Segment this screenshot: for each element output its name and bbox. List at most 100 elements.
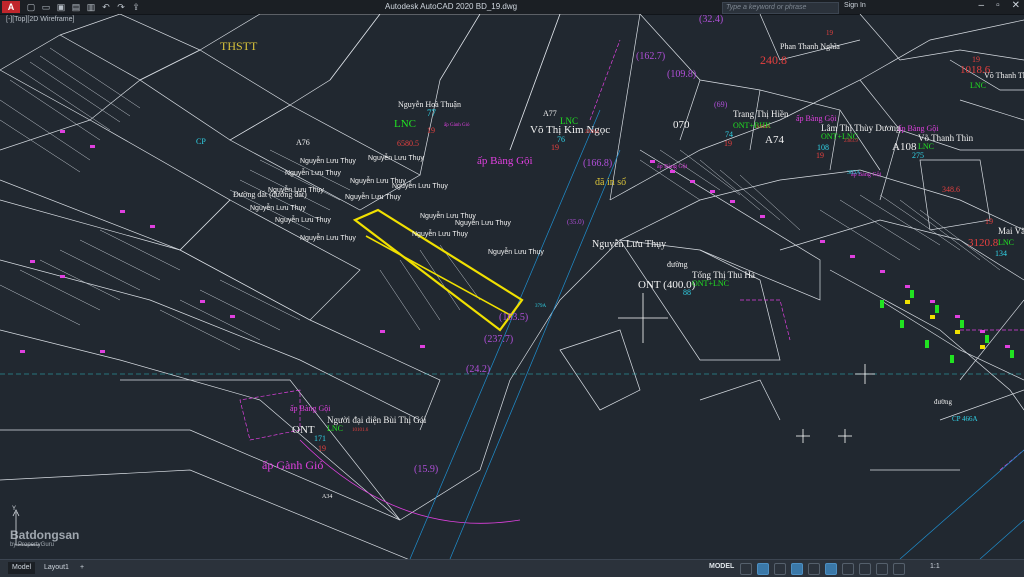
parcel-label: (237.7) bbox=[484, 334, 513, 345]
snap-toggle-icon[interactable] bbox=[757, 563, 769, 575]
parcel-label: 275 bbox=[912, 151, 924, 160]
save-as-icon[interactable]: ▤ bbox=[71, 2, 81, 12]
watermark: Batdongsan by PropertyGuru bbox=[10, 528, 79, 548]
polar-toggle-icon[interactable] bbox=[791, 563, 803, 575]
parcel-label: ấp Gành Gió bbox=[444, 123, 470, 128]
parcel-label: 6580.5 bbox=[397, 139, 419, 148]
customize-icon[interactable] bbox=[893, 563, 905, 575]
parcel-label: 070 bbox=[673, 119, 690, 131]
watermark-brand: Batdongsan bbox=[10, 528, 80, 542]
parcel-label: 10101.6 bbox=[352, 428, 369, 433]
parcel-label: THSTT bbox=[220, 39, 258, 53]
parcel-labels: THSTTNguyễn Hoà ThuậnLNC77196580.5ấp Gàn… bbox=[196, 14, 1024, 500]
owner-name-label: Nguyễn Lưu Thụy bbox=[368, 153, 424, 162]
window-title: Autodesk AutoCAD 2020 BD_19.dwg bbox=[385, 2, 518, 11]
parcel-label: 2383.9 bbox=[844, 139, 858, 144]
parcel-label: ONT bbox=[292, 424, 315, 436]
parcel-label: 134 bbox=[995, 249, 1007, 258]
owner-name-label: Nguyễn Lưu Thụy bbox=[420, 211, 476, 220]
new-file-icon[interactable]: ▢ bbox=[26, 2, 36, 12]
owner-name-label: Nguyễn Lưu Thụy bbox=[455, 218, 511, 227]
parcel-label: LNC bbox=[970, 81, 986, 90]
parcel-label: 19 bbox=[551, 143, 559, 152]
parcel-label: 3120.8 bbox=[968, 237, 999, 249]
osnap-toggle-icon[interactable] bbox=[808, 563, 820, 575]
model-space-button[interactable]: MODEL bbox=[709, 563, 734, 570]
save-icon[interactable]: ▣ bbox=[56, 2, 66, 12]
ucs-y-label: Y bbox=[12, 506, 16, 512]
add-layout-tab[interactable]: + bbox=[76, 562, 88, 574]
search-input[interactable]: Type a keyword or phrase bbox=[722, 2, 839, 14]
parcel-label: đường bbox=[934, 398, 952, 406]
parcel-label: (69) bbox=[714, 100, 728, 109]
parcel-label: (24.2) bbox=[466, 364, 490, 375]
owner-name-label: Nguyễn Lưu Thụy bbox=[275, 215, 331, 224]
parcel-label: Võ Thanh Thìn bbox=[984, 71, 1024, 80]
tab-layout1[interactable]: Layout1 bbox=[40, 562, 73, 574]
annotation-icon[interactable] bbox=[859, 563, 871, 575]
parcel-label: 88 bbox=[683, 288, 691, 297]
yellow-lot-markers bbox=[905, 300, 985, 349]
parcel-label: 19 bbox=[318, 444, 326, 453]
sign-in-link[interactable]: Sign In bbox=[844, 2, 866, 9]
lineweight-toggle-icon[interactable] bbox=[842, 563, 854, 575]
title-bar: A ▢ ▭ ▣ ▤ ▥ ↶ ↷ ⇪ Autodesk AutoCAD 2020 … bbox=[0, 0, 1024, 15]
parcel-label: ấp Bàng Gội bbox=[477, 155, 533, 167]
parcel-label: 74 bbox=[725, 130, 733, 139]
parcel-label: (166.8) bbox=[583, 158, 612, 169]
parcel-label: 19 bbox=[724, 139, 732, 148]
parcel-label: Mai Văn bbox=[998, 226, 1024, 236]
parcel-label: 77 bbox=[427, 108, 437, 118]
otrack-toggle-icon[interactable] bbox=[825, 563, 837, 575]
owner-name-label: Nguyễn Lưu Thụy bbox=[412, 229, 468, 238]
grid-toggle-icon[interactable] bbox=[740, 563, 752, 575]
parcel-label: 379A bbox=[535, 304, 547, 309]
print-icon[interactable]: ▥ bbox=[86, 2, 96, 12]
parcel-label: ấp Bàng Gội bbox=[796, 114, 837, 123]
parcel-label: (162.7) bbox=[636, 51, 665, 62]
minimize-icon[interactable]: – bbox=[979, 0, 985, 11]
parcel-label: (32.4) bbox=[699, 14, 723, 25]
owner-name-label: Nguyễn Lưu Thụy bbox=[300, 233, 356, 242]
green-lot-markers bbox=[880, 290, 1014, 363]
parcel-label: A77 bbox=[543, 109, 557, 118]
parcel-label: 19 bbox=[427, 126, 435, 135]
parcel-label: 19 bbox=[985, 217, 993, 226]
drawing-canvas[interactable]: Y THSTTNguyễn Hoà ThuậnLNC77196580.5ấp G… bbox=[0, 14, 1024, 559]
owner-name-label: Nguyễn Lưu Thụy bbox=[268, 185, 324, 194]
watermark-sub: by PropertyGuru bbox=[10, 542, 55, 548]
magenta-boundaries bbox=[239, 39, 1024, 471]
parcel-label: ấp Bàng Gội bbox=[290, 404, 331, 413]
redo-icon[interactable]: ↷ bbox=[116, 2, 126, 12]
ortho-toggle-icon[interactable] bbox=[774, 563, 786, 575]
parcel-label: 383A bbox=[847, 170, 861, 176]
parcel-label: CP bbox=[196, 137, 206, 146]
parcel-label: 19 bbox=[972, 55, 980, 64]
undo-icon[interactable]: ↶ bbox=[101, 2, 111, 12]
status-tools bbox=[740, 563, 905, 575]
parcel-label: 2929.4 bbox=[585, 130, 599, 135]
workspace-gear-icon[interactable] bbox=[876, 563, 888, 575]
open-file-icon[interactable]: ▭ bbox=[41, 2, 51, 12]
parcel-label: Trang Thị Hiền bbox=[733, 109, 789, 119]
share-icon[interactable]: ⇪ bbox=[131, 2, 141, 12]
window-controls: – ▫ ✕ bbox=[979, 0, 1021, 11]
parcel-label: A76 bbox=[296, 138, 310, 147]
owner-name-label: Nguyễn Lưu Thụy bbox=[250, 203, 306, 212]
viewport-controls-label[interactable]: [-][Top][2D Wireframe] bbox=[6, 16, 74, 23]
parcel-label: 19 bbox=[816, 151, 824, 160]
parcel-label: CP 466A bbox=[952, 415, 978, 423]
parcel-label: 19 bbox=[826, 29, 834, 37]
autocad-logo-icon[interactable]: A bbox=[2, 1, 20, 13]
parcel-label: (15.9) bbox=[414, 464, 438, 475]
owner-name-label: Nguyễn Lưu Thụy bbox=[345, 192, 401, 201]
close-icon[interactable]: ✕ bbox=[1012, 0, 1020, 11]
maximize-icon[interactable]: ▫ bbox=[996, 0, 1000, 11]
annotation-scale[interactable]: 1:1 bbox=[930, 563, 940, 570]
parcel-label: Nguyễn Lưu Thụy bbox=[592, 239, 666, 250]
tab-model[interactable]: Model bbox=[8, 562, 36, 574]
owner-name-label: Nguyễn Lưu Thụy bbox=[285, 168, 341, 177]
parcel-label: ấp Bàng Gội bbox=[657, 163, 688, 170]
parcel-label: ấp Gành Gió bbox=[262, 458, 323, 472]
parcel-label: Phan Thanh Nghĩa bbox=[780, 42, 840, 51]
